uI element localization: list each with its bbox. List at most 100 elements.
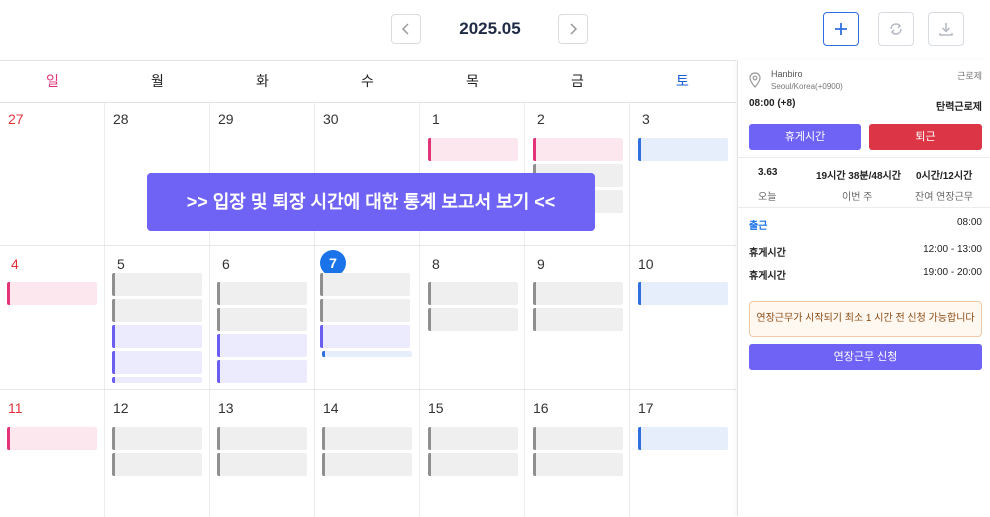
calendar-event[interactable] xyxy=(533,282,623,305)
calendar-event[interactable] xyxy=(217,360,307,383)
calendar-event[interactable] xyxy=(638,138,728,161)
day-cell[interactable]: 16 xyxy=(533,400,549,416)
divider xyxy=(0,245,736,246)
divider xyxy=(104,103,105,517)
start-time: 08:00 (+8) xyxy=(749,98,796,109)
company-name: Hanbiro xyxy=(771,69,803,79)
calendar-event[interactable] xyxy=(112,299,202,322)
break-label: 휴게시간 xyxy=(749,271,786,282)
day-cell[interactable]: 9 xyxy=(537,256,545,272)
prev-month-button[interactable] xyxy=(391,14,421,44)
calendar-event[interactable] xyxy=(428,453,518,476)
calendar-event[interactable] xyxy=(428,308,518,331)
stat-value-today: 3.63 xyxy=(758,167,778,178)
calendar-event[interactable] xyxy=(533,308,623,331)
weekday-fri: 금 xyxy=(571,73,584,89)
calendar-event[interactable] xyxy=(322,351,412,357)
divider xyxy=(0,102,736,103)
calendar-event[interactable] xyxy=(217,453,307,476)
chevron-left-icon xyxy=(401,23,409,35)
day-cell[interactable]: 11 xyxy=(8,400,23,416)
work-role: 근로제 xyxy=(957,71,982,81)
break-time: 19:00 - 20:00 xyxy=(923,267,982,278)
divider xyxy=(314,103,315,517)
calendar-event[interactable] xyxy=(428,282,518,305)
calendar-event[interactable] xyxy=(533,427,623,450)
statistics-report-banner[interactable]: >> 입장 및 퇴장 시간에 대한 통계 보고서 보기 << xyxy=(147,173,595,231)
timezone: Seoul/Korea(+0900) xyxy=(771,82,843,91)
calendar-event[interactable] xyxy=(217,427,307,450)
day-cell[interactable]: 30 xyxy=(323,111,339,127)
calendar-event[interactable] xyxy=(533,138,623,161)
day-cell[interactable]: 5 xyxy=(117,256,125,272)
day-cell[interactable]: 10 xyxy=(638,256,654,272)
break-time: 12:00 - 13:00 xyxy=(923,244,982,255)
checkin-time: 08:00 xyxy=(956,217,982,228)
download-icon xyxy=(939,23,953,36)
divider xyxy=(0,389,736,390)
calendar-event[interactable] xyxy=(217,308,307,331)
calendar-event[interactable] xyxy=(112,273,202,296)
top-bar: 2025.05 xyxy=(0,0,990,60)
weekday-wed: 수 xyxy=(361,73,374,89)
weekday-thu: 목 xyxy=(466,73,479,89)
divider xyxy=(524,103,525,517)
day-cell[interactable]: 4 xyxy=(11,256,19,272)
calendar-event[interactable] xyxy=(533,453,623,476)
calendar-event[interactable] xyxy=(638,282,728,305)
overtime-notice: 연장근무가 시작되기 최소 1 시간 전 신청 가능합니다 xyxy=(749,301,982,337)
refresh-button[interactable] xyxy=(878,12,914,46)
calendar-event[interactable] xyxy=(7,427,97,450)
calendar-event[interactable] xyxy=(320,299,410,322)
calendar-event[interactable] xyxy=(638,427,728,450)
stat-label-overtime: 잔여 연장근무 xyxy=(915,192,973,203)
chevron-right-icon xyxy=(570,23,578,35)
break-button[interactable]: 휴게시간 xyxy=(749,124,861,150)
calendar-event[interactable] xyxy=(112,325,202,348)
day-cell[interactable]: 8 xyxy=(432,256,440,272)
divider xyxy=(419,103,420,517)
day-cell[interactable]: 15 xyxy=(428,400,444,416)
calendar-event[interactable] xyxy=(112,377,202,383)
calendar-event[interactable] xyxy=(7,282,97,305)
weekday-sun: 일 xyxy=(46,73,59,89)
download-button[interactable] xyxy=(928,12,964,46)
day-cell[interactable]: 2 xyxy=(537,111,545,127)
day-cell[interactable]: 13 xyxy=(218,400,234,416)
location-pin-icon xyxy=(749,72,761,88)
calendar-event[interactable] xyxy=(428,427,518,450)
day-cell[interactable]: 3 xyxy=(642,111,650,127)
add-button[interactable] xyxy=(823,12,859,46)
day-cell[interactable]: 14 xyxy=(323,400,339,416)
attendance-panel: Hanbiro Seoul/Korea(+0900) 근로제 08:00 (+8… xyxy=(737,60,990,516)
calendar-event[interactable] xyxy=(322,427,412,450)
calendar-event[interactable] xyxy=(217,334,307,357)
refresh-icon xyxy=(890,23,902,35)
stat-label-week: 이번 주 xyxy=(842,192,873,203)
calendar-event[interactable] xyxy=(428,138,518,161)
day-cell[interactable]: 12 xyxy=(113,400,129,416)
day-cell[interactable]: 28 xyxy=(113,111,129,127)
stat-value-overtime: 0시간/12시간 xyxy=(916,171,973,182)
day-cell[interactable]: 27 xyxy=(8,111,24,127)
calendar-event[interactable] xyxy=(320,273,410,296)
day-cell[interactable]: 29 xyxy=(218,111,234,127)
day-cell[interactable]: 6 xyxy=(222,256,230,272)
calendar-event[interactable] xyxy=(112,351,202,374)
stat-value-week: 19시간 38분/48시간 xyxy=(816,171,901,182)
calendar-event[interactable] xyxy=(112,453,202,476)
calendar-event[interactable] xyxy=(112,427,202,450)
overtime-request-button[interactable]: 연장근무 신청 xyxy=(749,344,982,370)
divider xyxy=(738,157,990,158)
next-month-button[interactable] xyxy=(558,14,588,44)
calendar-event[interactable] xyxy=(217,282,307,305)
checkin-label: 출근 xyxy=(749,221,768,232)
weekday-tue: 화 xyxy=(256,73,269,89)
calendar-event[interactable] xyxy=(320,325,410,348)
day-cell[interactable]: 1 xyxy=(432,111,440,127)
leave-button[interactable]: 퇴근 xyxy=(869,124,982,150)
break-label: 휴게시간 xyxy=(749,248,786,259)
day-cell[interactable]: 17 xyxy=(638,400,654,416)
calendar-event[interactable] xyxy=(322,453,412,476)
work-type: 탄력근로제 xyxy=(936,102,982,113)
